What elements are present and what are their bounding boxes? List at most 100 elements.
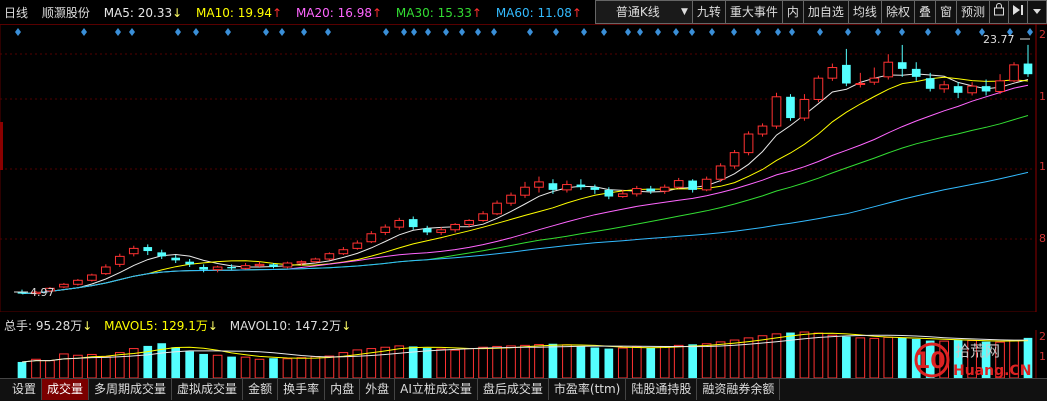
candle-body-up [659, 186, 670, 192]
volume-bar-up [757, 335, 768, 378]
candle-body-down [185, 261, 194, 265]
candle-body-up [87, 274, 97, 281]
event-marker-icon [925, 28, 931, 36]
tab-northbound[interactable]: 陆股通持股 [626, 379, 698, 400]
volume-bar-up [478, 346, 488, 378]
candle-body-up [366, 233, 377, 243]
ma20-legend: MA20: 16.98↑ [295, 6, 383, 20]
candle-body-up [729, 152, 740, 167]
candle-body-down [688, 180, 697, 190]
candle-body-up [282, 262, 293, 268]
chart-toolbar: 普通K线 ▼ 九转 重大事件 内 加自选 均线 除权 叠 窗 预测 [594, 0, 1047, 24]
play-end-icon[interactable] [1008, 0, 1028, 24]
tab-after-hours-volume[interactable]: 盘后成交量 [478, 379, 549, 400]
event-marker-icon [443, 28, 449, 36]
tab-turnover[interactable]: 换手率 [278, 379, 326, 400]
kline-type-select[interactable]: 普通K线 ▼ [594, 0, 693, 24]
candle-body-up [338, 249, 349, 255]
event-marker-icon [955, 28, 961, 36]
candle-body-down [646, 188, 656, 192]
event-marker-icon [689, 28, 695, 36]
junxian-button[interactable]: 均线 [847, 0, 882, 24]
event-marker-icon [383, 28, 389, 36]
candle-body-up [114, 255, 125, 265]
candle-body-up [743, 133, 754, 154]
candle-body-down [897, 62, 907, 69]
candle-body-down [925, 78, 935, 89]
candle-body-up [436, 229, 446, 233]
candle-body-up [478, 213, 488, 221]
forecast-button[interactable]: 预测 [955, 0, 990, 24]
tab-amount[interactable]: 金额 [243, 379, 279, 400]
event-marker-icon [175, 28, 181, 36]
tab-margin-balance[interactable]: 融资融券余额 [697, 379, 781, 400]
candle-body-down [143, 247, 153, 252]
watermark-digits: 10 [915, 349, 946, 374]
event-marker-icon [129, 28, 135, 36]
lock-icon[interactable] [989, 0, 1009, 24]
volume-bar-down [576, 346, 586, 378]
event-marker-icon [115, 28, 121, 36]
candle-body-down [157, 252, 167, 257]
candle-body-down [981, 86, 991, 92]
volume-chart[interactable]: 21 [0, 330, 1047, 378]
jiuzhuan-button[interactable]: 九转 [691, 0, 726, 24]
watermark-logo: 10 拾荒网 Huang.CN [905, 338, 1045, 380]
chuquan-button[interactable]: 除权 [880, 0, 915, 24]
volume-bar-up [380, 346, 391, 378]
low-price-label: 4.97 [30, 286, 55, 299]
candle-body-up [631, 188, 642, 195]
volume-bar-up [869, 337, 880, 378]
nei-button[interactable]: 内 [781, 0, 804, 24]
tab-multi-period-volume[interactable]: 多周期成交量 [89, 379, 173, 400]
volume-bar-up [534, 344, 544, 378]
window-button[interactable]: 窗 [934, 0, 957, 24]
tab-inner-volume[interactable]: 内盘 [325, 379, 361, 400]
candlestick-chart[interactable]: 23.77 4.97 2 1 1 8 [0, 24, 1047, 312]
candle-body-up [701, 178, 712, 191]
volume-bar-down [227, 356, 236, 378]
volume-bar-down [604, 348, 614, 378]
candle-body-up [799, 98, 810, 119]
candle-body-down [1023, 63, 1033, 75]
volume-bar-up [240, 356, 251, 378]
volume-bar-down [199, 353, 208, 378]
period-label[interactable]: 日线 [4, 6, 28, 20]
candle-body-up [827, 67, 838, 79]
left-edge-strip [0, 122, 3, 170]
tab-ai-volume[interactable]: AI立桩成交量 [395, 379, 478, 400]
event-marker-icon [301, 28, 307, 36]
event-marker-icon [459, 28, 465, 36]
stock-name: 顺灏股份 [41, 6, 90, 20]
major-events-button[interactable]: 重大事件 [724, 0, 783, 24]
event-marker-icon [325, 28, 331, 36]
volume-bar-down [185, 351, 194, 378]
overlay-button[interactable]: 叠 [913, 0, 936, 24]
tab-outer-volume[interactable]: 外盘 [360, 379, 396, 400]
add-watch-button[interactable]: 加自选 [802, 0, 849, 24]
tab-pe-ttm[interactable]: 市盈率(ttm) [549, 379, 627, 400]
dropdown-icon[interactable] [1027, 0, 1047, 24]
tab-virtual-volume[interactable]: 虚拟成交量 [172, 379, 244, 400]
event-marker-icon [845, 28, 851, 36]
watermark-cn: 拾荒网 [955, 342, 1000, 360]
event-marker-icon [491, 28, 497, 36]
volume-bar-down [646, 347, 656, 378]
volume-bar-down [408, 346, 418, 378]
tab-volume[interactable]: 成交量 [42, 379, 90, 400]
volume-bar-down [422, 348, 432, 378]
volume-bar-up [450, 349, 460, 378]
candle-body-up [673, 180, 684, 188]
volume-bar-up [101, 356, 111, 378]
event-marker-icon [673, 28, 679, 36]
candle-body-up [757, 125, 768, 135]
indicator-tab-bar: 设置 成交量 多周期成交量 虚拟成交量 金额 换手率 内盘 外盘 AI立桩成交量… [0, 378, 1047, 401]
event-marker-icon [581, 28, 587, 36]
event-marker-icon [817, 28, 823, 36]
volume-bar-down [17, 361, 27, 378]
tab-settings[interactable]: 设置 [0, 379, 43, 400]
chart-frame [0, 24, 1037, 312]
volume-bar-up [296, 357, 307, 378]
candle-body-up [967, 85, 977, 94]
chevron-down-icon: ▼ [680, 7, 688, 17]
